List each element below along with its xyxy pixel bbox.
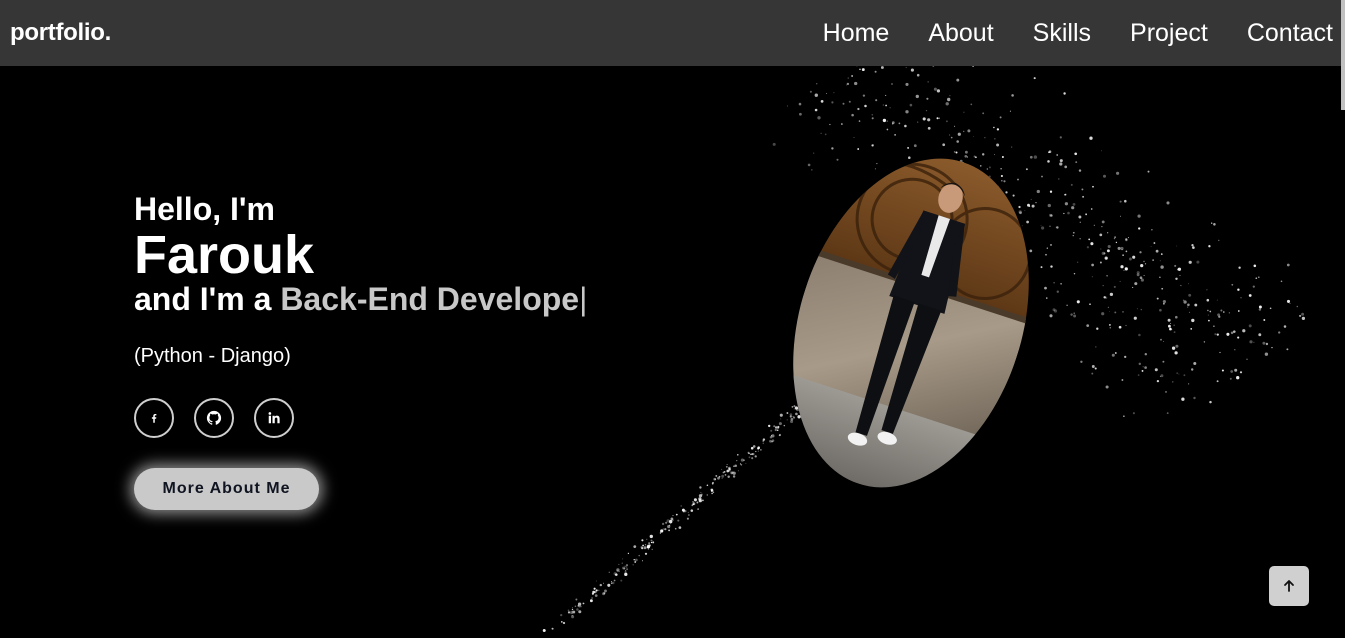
- nav-link-project[interactable]: Project: [1130, 19, 1208, 48]
- nav-link-skills[interactable]: Skills: [1033, 19, 1091, 48]
- facebook-icon[interactable]: [134, 398, 174, 438]
- navbar: portfolio. Home About Skills Project Con…: [0, 0, 1345, 66]
- linkedin-icon[interactable]: [254, 398, 294, 438]
- nav-link-about[interactable]: About: [928, 19, 993, 48]
- role-line: and I'm a Back-End Develope|: [134, 281, 587, 317]
- nav-links: Home About Skills Project Contact: [823, 19, 1333, 48]
- nav-link-contact[interactable]: Contact: [1247, 19, 1333, 48]
- role-typed: Back-End Develope: [280, 281, 580, 317]
- greeting: Hello, I'm: [134, 191, 275, 227]
- scroll-to-top-button[interactable]: [1269, 566, 1309, 606]
- hero-section: Hello, I'm Farouk and I'm a Back-End Dev…: [0, 66, 1345, 638]
- social-links: [134, 398, 587, 438]
- role-prefix: and I'm a: [134, 281, 281, 317]
- hero-name: Farouk: [134, 225, 315, 285]
- typing-cursor: |: [579, 281, 588, 317]
- nav-link-home[interactable]: Home: [823, 19, 890, 48]
- github-icon[interactable]: [194, 398, 234, 438]
- more-about-me-button[interactable]: More About Me: [134, 468, 319, 510]
- hero-text: Hello, I'm Farouk and I'm a Back-End Dev…: [134, 191, 587, 510]
- tech-stack: (Python - Django): [134, 345, 291, 367]
- logo[interactable]: portfolio.: [10, 19, 111, 47]
- arrow-up-icon: [1284, 580, 1294, 592]
